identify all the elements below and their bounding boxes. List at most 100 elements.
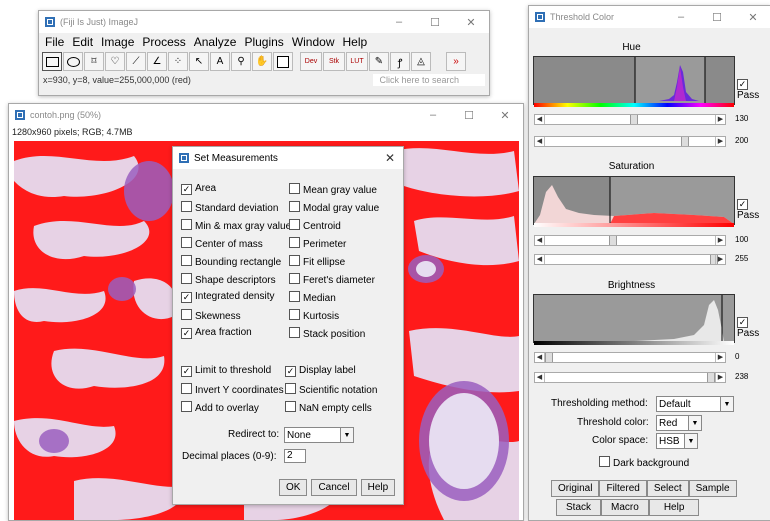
checkbox-unchecked-icon[interactable] xyxy=(289,327,300,338)
checkbox-unchecked-icon[interactable] xyxy=(181,401,192,412)
hue-pass-checkbox[interactable]: ✓Pass xyxy=(737,78,770,101)
measurement-checkbox[interactable]: Mean gray value xyxy=(289,183,377,196)
measurement-checkbox[interactable]: Min & max gray value xyxy=(181,219,291,232)
checkbox-unchecked-icon[interactable] xyxy=(289,201,300,212)
measurement-checkbox[interactable]: Invert Y coordinates xyxy=(181,383,284,396)
more-tools-button[interactable]: » xyxy=(446,52,466,71)
measurement-checkbox[interactable]: ✓ Area fraction xyxy=(181,327,252,339)
color-space-select[interactable]: HSB ▼ xyxy=(656,433,698,449)
checkbox-unchecked-icon[interactable] xyxy=(285,401,296,412)
text-tool-icon[interactable]: A xyxy=(210,52,230,71)
measurement-checkbox[interactable]: Feret's diameter xyxy=(289,273,375,286)
measurement-checkbox[interactable]: NaN empty cells xyxy=(285,401,372,414)
checkbox-unchecked-icon[interactable] xyxy=(285,383,296,394)
hue-min-slider[interactable]: ◀ ▶ xyxy=(534,114,726,125)
measurement-checkbox[interactable]: Stack position xyxy=(289,327,365,340)
color-picker-tool-icon[interactable] xyxy=(273,52,293,71)
dialog-close-button[interactable]: ✕ xyxy=(385,151,395,165)
checkbox-unchecked-icon[interactable] xyxy=(181,255,192,266)
measurement-checkbox[interactable]: ✓ Integrated density xyxy=(181,291,275,303)
sample-button[interactable]: Sample xyxy=(688,480,737,497)
checkbox-unchecked-icon[interactable] xyxy=(289,291,300,302)
threshold-close-button[interactable]: ✕ xyxy=(735,11,770,24)
checkbox-checked-icon[interactable]: ✓ xyxy=(181,292,192,303)
close-button[interactable]: ✕ xyxy=(453,16,489,29)
stk-tool[interactable]: Stk xyxy=(323,52,345,71)
measurement-checkbox[interactable]: Fit ellipse xyxy=(289,255,345,268)
measurement-checkbox[interactable]: Modal gray value xyxy=(289,201,379,214)
saturation-pass-checkbox[interactable]: ✓Pass xyxy=(737,198,770,221)
checkbox-checked-icon[interactable]: ✓ xyxy=(181,366,192,377)
rectangle-tool-icon[interactable] xyxy=(42,52,62,71)
checkbox-unchecked-icon[interactable] xyxy=(289,255,300,266)
original-button[interactable]: Original xyxy=(551,480,600,497)
checkbox-unchecked-icon[interactable] xyxy=(289,273,300,284)
brightness-max-slider[interactable]: ◀ ▶ xyxy=(534,372,726,383)
hue-max-slider[interactable]: ◀ ▶ xyxy=(534,136,726,147)
menu-process[interactable]: Process xyxy=(142,35,185,49)
lut-tool[interactable]: LUT xyxy=(346,52,368,71)
oval-tool-icon[interactable] xyxy=(63,52,83,71)
menu-help[interactable]: Help xyxy=(343,35,368,49)
line-tool-icon[interactable]: ⟋ xyxy=(126,52,146,71)
menu-window[interactable]: Window xyxy=(292,35,335,49)
search-field[interactable]: Click here to search xyxy=(373,74,485,86)
checkbox-unchecked-icon[interactable] xyxy=(181,237,192,248)
measurement-checkbox[interactable]: Bounding rectangle xyxy=(181,255,281,268)
brightness-min-slider[interactable]: ◀ ▶ xyxy=(534,352,726,363)
measurement-checkbox[interactable]: Scientific notation xyxy=(285,383,377,396)
measurement-checkbox[interactable]: Skewness xyxy=(181,309,241,322)
measurement-checkbox[interactable]: ✓ Area xyxy=(181,183,216,195)
magnifier-tool-icon[interactable]: ⚲ xyxy=(231,52,251,71)
checkbox-unchecked-icon[interactable] xyxy=(181,219,192,230)
measurement-checkbox[interactable]: Kurtosis xyxy=(289,309,339,322)
menu-image[interactable]: Image xyxy=(101,35,134,49)
checkbox-checked-icon[interactable]: ✓ xyxy=(181,328,192,339)
checkbox-checked-icon[interactable]: ✓ xyxy=(285,366,296,377)
help-button[interactable]: Help xyxy=(360,479,396,496)
stack-button[interactable]: Stack xyxy=(556,499,602,516)
menu-plugins[interactable]: Plugins xyxy=(244,35,283,49)
hand-tool-icon[interactable]: ✋ xyxy=(252,52,272,71)
measurement-checkbox[interactable]: Median xyxy=(289,291,336,304)
threshold-minimize-button[interactable]: – xyxy=(663,11,699,24)
measurement-checkbox[interactable]: ✓ Limit to threshold xyxy=(181,365,271,377)
brush-tool-icon[interactable]: ꝭ xyxy=(390,52,410,71)
filtered-button[interactable]: Filtered xyxy=(599,480,647,497)
measurement-checkbox[interactable]: Perimeter xyxy=(289,237,346,250)
checkbox-unchecked-icon[interactable] xyxy=(181,273,192,284)
dev-tool[interactable]: Dev xyxy=(300,52,322,71)
wand-tool-icon[interactable]: ↖ xyxy=(189,52,209,71)
pencil-tool-icon[interactable]: ✎ xyxy=(369,52,389,71)
checkbox-unchecked-icon[interactable] xyxy=(289,219,300,230)
saturation-max-slider[interactable]: ◀ ▶ xyxy=(534,254,726,265)
dark-background-checkbox[interactable]: Dark background xyxy=(599,456,689,469)
image-maximize-button[interactable]: ☐ xyxy=(451,109,487,122)
measurement-checkbox[interactable]: Standard deviation xyxy=(181,201,278,214)
macro-button[interactable]: Macro xyxy=(601,499,649,516)
checkbox-unchecked-icon[interactable] xyxy=(181,201,192,212)
cancel-button[interactable]: Cancel xyxy=(311,479,357,496)
measurement-checkbox[interactable]: Centroid xyxy=(289,219,341,232)
freehand-tool-icon[interactable]: ♡ xyxy=(105,52,125,71)
threshold-help-button[interactable]: Help xyxy=(648,499,700,516)
measurement-checkbox[interactable]: Center of mass xyxy=(181,237,263,250)
brightness-pass-checkbox[interactable]: ✓Pass xyxy=(737,316,770,339)
checkbox-unchecked-icon[interactable] xyxy=(181,309,192,320)
checkbox-unchecked-icon[interactable] xyxy=(289,309,300,320)
point-tool-icon[interactable]: ⁘ xyxy=(168,52,188,71)
menu-analyze[interactable]: Analyze xyxy=(194,35,237,49)
image-close-button[interactable]: ✕ xyxy=(487,109,523,122)
checkbox-unchecked-icon[interactable] xyxy=(289,183,300,194)
menu-edit[interactable]: Edit xyxy=(72,35,93,49)
threshold-maximize-button[interactable]: ☐ xyxy=(699,11,735,24)
threshold-color-select[interactable]: Red ▼ xyxy=(656,415,702,431)
ok-button[interactable]: OK xyxy=(279,479,308,496)
measurement-checkbox[interactable]: ✓ Display label xyxy=(285,365,356,377)
saturation-min-slider[interactable]: ◀ ▶ xyxy=(534,235,726,246)
angle-tool-icon[interactable]: ∠ xyxy=(147,52,167,71)
method-select[interactable]: Default ▼ xyxy=(656,396,734,412)
polygon-tool-icon[interactable]: ⌑ xyxy=(84,52,104,71)
checkbox-checked-icon[interactable]: ✓ xyxy=(181,184,192,195)
measurement-checkbox[interactable]: Add to overlay xyxy=(181,401,259,414)
